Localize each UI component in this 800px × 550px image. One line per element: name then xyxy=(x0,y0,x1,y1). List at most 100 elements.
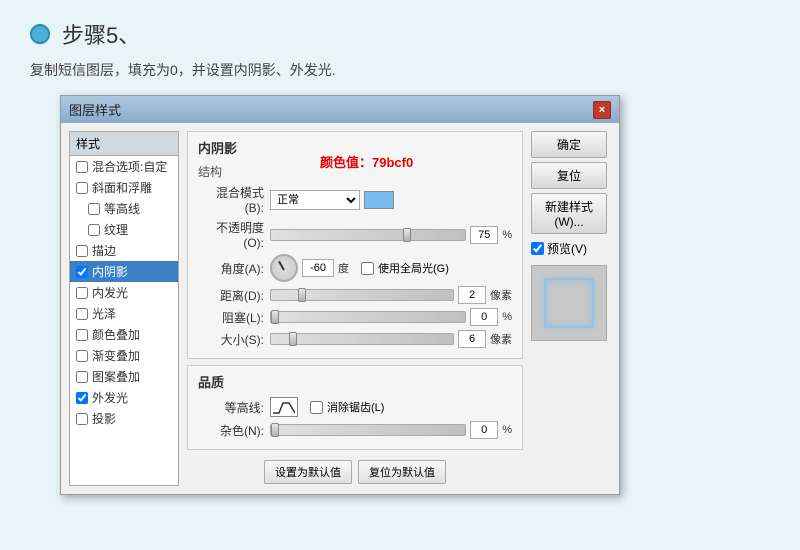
distance-unit: 像素 xyxy=(490,287,512,303)
color-swatch[interactable] xyxy=(364,191,394,209)
inner-shadow-title: 内阴影 xyxy=(198,138,512,157)
size-label: 大小(S): xyxy=(198,331,270,348)
gradient-overlay-checkbox[interactable] xyxy=(76,350,88,362)
restore-default-button[interactable]: 复位为默认值 xyxy=(358,460,446,484)
style-label-gradient-overlay: 渐变叠加 xyxy=(92,347,140,364)
style-item-drop-shadow[interactable]: 投影 xyxy=(70,408,178,429)
style-item-color-overlay[interactable]: 颜色叠加 xyxy=(70,324,178,345)
preview-box xyxy=(531,265,607,341)
style-label-inner-glow: 内发光 xyxy=(92,284,128,301)
opacity-control: % xyxy=(270,226,512,244)
reset-button[interactable]: 复位 xyxy=(531,162,607,189)
close-button[interactable]: × xyxy=(593,101,611,119)
style-label-texture: 纹理 xyxy=(104,221,128,238)
stroke-checkbox[interactable] xyxy=(76,245,88,257)
style-item-outer-glow[interactable]: 外发光 xyxy=(70,387,178,408)
style-label-outer-glow: 外发光 xyxy=(92,389,128,406)
style-item-pattern-overlay[interactable]: 图案叠加 xyxy=(70,366,178,387)
contour-row: 等高线: 消除锯齿(L) xyxy=(198,397,512,417)
styles-panel-header: 样式 xyxy=(70,132,178,156)
style-label-blend: 混合选项:自定 xyxy=(92,158,167,175)
bottom-buttons: 设置为默认值 复位为默认值 xyxy=(187,456,523,486)
contour-preview[interactable] xyxy=(270,397,298,417)
inner-shadow-section: 内阴影 结构 混合模式(B): 正常 不透明度(O): xyxy=(187,131,523,359)
anti-alias-checkbox[interactable] xyxy=(310,401,323,414)
noise-input[interactable] xyxy=(470,421,498,439)
angle-control: 度 使用全局光(G) xyxy=(270,254,512,282)
blend-mode-select[interactable]: 正常 xyxy=(270,190,360,210)
noise-label: 杂色(N): xyxy=(198,422,270,439)
distance-slider-track[interactable] xyxy=(270,289,454,301)
style-item-texture[interactable]: 纹理 xyxy=(70,219,178,240)
dialog-body: 样式 混合选项:自定 斜面和浮雕 等高线 纹理 描边 xyxy=(61,123,619,494)
drop-shadow-checkbox[interactable] xyxy=(76,413,88,425)
style-item-blend[interactable]: 混合选项:自定 xyxy=(70,156,178,177)
contour-label: 等高线: xyxy=(198,399,270,416)
noise-slider-track[interactable] xyxy=(270,424,466,436)
reset-to-default-button[interactable]: 设置为默认值 xyxy=(264,460,352,484)
dialog-titlebar: 图层样式 × xyxy=(61,96,619,123)
ok-button[interactable]: 确定 xyxy=(531,131,607,158)
bevel-checkbox[interactable] xyxy=(76,182,88,194)
main-content: 内阴影 结构 混合模式(B): 正常 不透明度(O): xyxy=(187,131,523,486)
angle-label: 角度(A): xyxy=(198,260,270,277)
style-label-inner-shadow: 内阴影 xyxy=(92,263,128,280)
angle-dial[interactable] xyxy=(270,254,298,282)
angle-input[interactable] xyxy=(302,259,334,277)
opacity-row: 不透明度(O): % xyxy=(198,219,512,250)
opacity-label: 不透明度(O): xyxy=(198,219,270,250)
satin-checkbox[interactable] xyxy=(76,308,88,320)
distance-label: 距离(D): xyxy=(198,287,270,304)
action-panel: 确定 复位 新建样式(W)... 预览(V) xyxy=(531,131,611,486)
angle-row: 角度(A): 度 使用全局光(G) xyxy=(198,254,512,282)
outer-glow-checkbox[interactable] xyxy=(76,392,88,404)
global-light-checkbox[interactable] xyxy=(361,262,374,275)
structure-title: 结构 xyxy=(198,163,512,180)
new-style-button[interactable]: 新建样式(W)... xyxy=(531,193,607,234)
distance-input[interactable] xyxy=(458,286,486,304)
contour-control: 消除锯齿(L) xyxy=(270,397,512,417)
noise-row: 杂色(N): % xyxy=(198,421,512,439)
noise-control: % xyxy=(270,421,512,439)
preview-checkbox[interactable] xyxy=(531,242,544,255)
size-slider-track[interactable] xyxy=(270,333,454,345)
color-overlay-checkbox[interactable] xyxy=(76,329,88,341)
style-item-contour[interactable]: 等高线 xyxy=(70,198,178,219)
texture-checkbox[interactable] xyxy=(88,224,100,236)
choke-input[interactable] xyxy=(470,308,498,326)
style-label-stroke: 描边 xyxy=(92,242,116,259)
style-item-inner-shadow[interactable]: 内阴影 xyxy=(70,261,178,282)
choke-control: % xyxy=(270,308,512,326)
page-description: 复制短信图层，填充为0，并设置内阴影、外发光. xyxy=(0,60,800,95)
quality-section: 品质 等高线: 消除锯齿(L) xyxy=(187,365,523,450)
angle-unit: 度 xyxy=(338,260,349,276)
style-label-color-overlay: 颜色叠加 xyxy=(92,326,140,343)
inner-glow-checkbox[interactable] xyxy=(76,287,88,299)
styles-panel: 样式 混合选项:自定 斜面和浮雕 等高线 纹理 描边 xyxy=(69,131,179,486)
size-input[interactable] xyxy=(458,330,486,348)
blend-checkbox[interactable] xyxy=(76,161,88,173)
style-item-satin[interactable]: 光泽 xyxy=(70,303,178,324)
style-label-bevel: 斜面和浮雕 xyxy=(92,179,152,196)
style-label-contour: 等高线 xyxy=(104,200,140,217)
choke-label: 阻塞(L): xyxy=(198,309,270,326)
opacity-input[interactable] xyxy=(470,226,498,244)
pattern-overlay-checkbox[interactable] xyxy=(76,371,88,383)
style-item-stroke[interactable]: 描边 xyxy=(70,240,178,261)
preview-label: 预览(V) xyxy=(547,240,587,257)
size-row: 大小(S): 像素 xyxy=(198,330,512,348)
global-light-row: 使用全局光(G) xyxy=(361,260,449,276)
opacity-slider-track[interactable] xyxy=(270,229,466,241)
opacity-unit: % xyxy=(502,229,512,241)
choke-row: 阻塞(L): % xyxy=(198,308,512,326)
blend-mode-control: 正常 xyxy=(270,190,512,210)
step-circle xyxy=(30,24,50,44)
inner-shadow-checkbox[interactable] xyxy=(76,266,88,278)
choke-slider-track[interactable] xyxy=(270,311,466,323)
contour-checkbox[interactable] xyxy=(88,203,100,215)
quality-title: 品质 xyxy=(198,372,512,391)
style-item-gradient-overlay[interactable]: 渐变叠加 xyxy=(70,345,178,366)
distance-row: 距离(D): 像素 xyxy=(198,286,512,304)
style-item-bevel[interactable]: 斜面和浮雕 xyxy=(70,177,178,198)
style-item-inner-glow[interactable]: 内发光 xyxy=(70,282,178,303)
